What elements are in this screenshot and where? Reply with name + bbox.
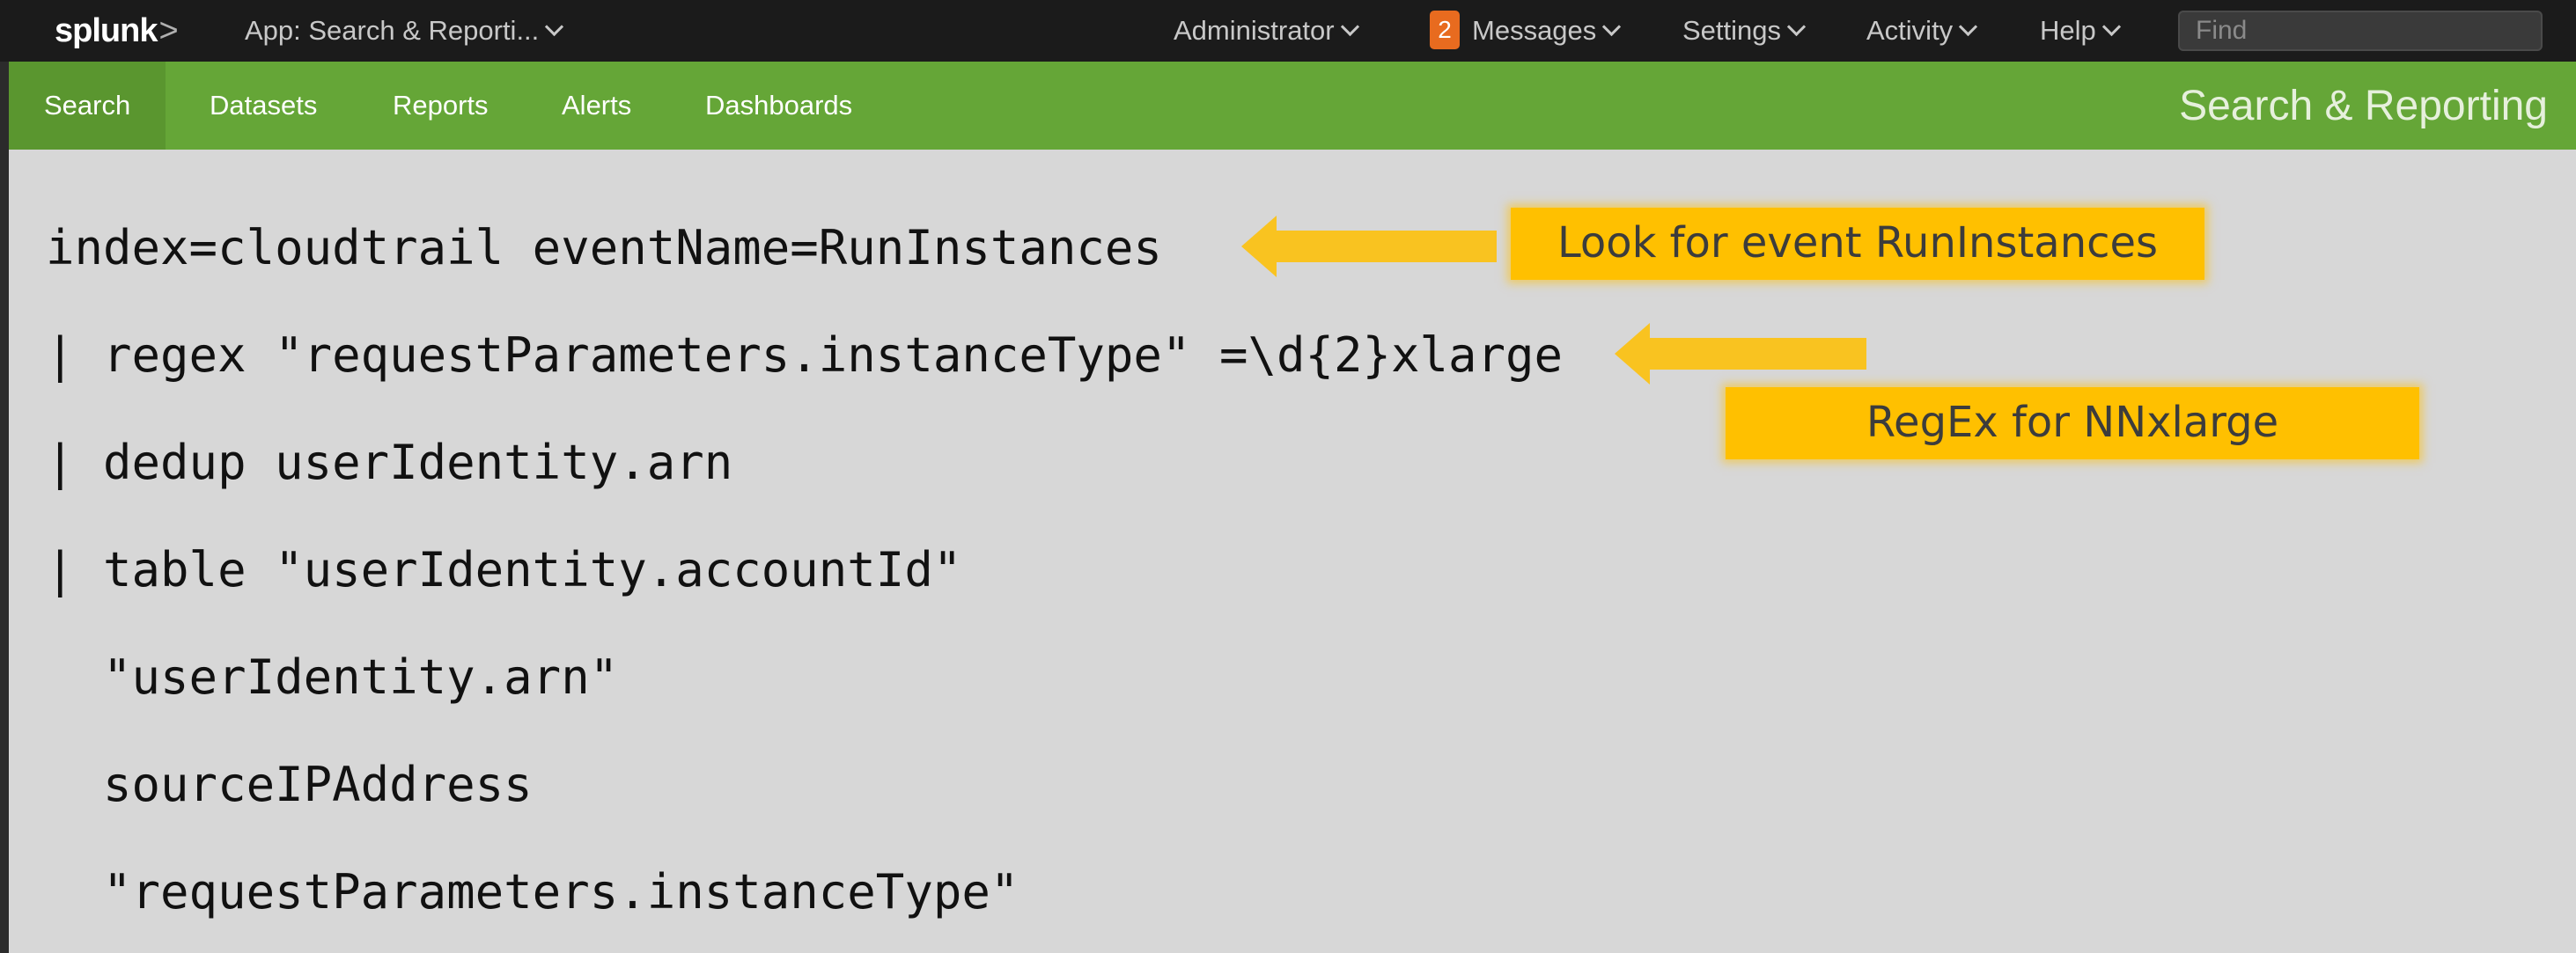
tab-alerts[interactable]: Alerts: [562, 62, 631, 150]
query-line-5[interactable]: "userIdentity.arn": [46, 649, 618, 705]
annotation-callout: Look for event RunInstances: [1511, 208, 2204, 280]
tab-reports[interactable]: Reports: [393, 62, 489, 150]
app-menu[interactable]: App: Search & Reporti...: [245, 0, 564, 62]
left-arrow-icon: [1241, 216, 1497, 277]
tab-datasets[interactable]: Datasets: [210, 62, 317, 150]
query-line-1[interactable]: index=cloudtrail eventName=RunInstances: [46, 220, 1162, 275]
chevron-down-icon: [1786, 17, 1807, 37]
query-line-6[interactable]: sourceIPAddress: [46, 757, 533, 812]
annotation-callout: RegEx for NNxlarge: [1726, 387, 2419, 459]
query-line-3[interactable]: | dedup userIdentity.arn: [46, 435, 732, 490]
chevron-down-icon: [2101, 17, 2121, 37]
messages-count-badge: 2: [1430, 11, 1460, 49]
app-navigation-bar: Search Datasets Reports Alerts Dashboard…: [9, 62, 2576, 150]
query-line-7[interactable]: "requestParameters.instanceType": [46, 864, 1019, 920]
chevron-down-icon: [1602, 17, 1622, 37]
help-menu[interactable]: Help: [2040, 0, 2121, 62]
activity-menu[interactable]: Activity: [1866, 0, 1978, 62]
chevron-down-icon: [1340, 17, 1359, 37]
tab-dashboards[interactable]: Dashboards: [705, 62, 852, 150]
query-line-2[interactable]: | regex "requestParameters.instanceType"…: [46, 327, 1563, 383]
query-line-4[interactable]: | table "userIdentity.accountId": [46, 542, 961, 597]
settings-menu[interactable]: Settings: [1682, 0, 1807, 62]
splunk-logo[interactable]: splunk>: [55, 12, 179, 50]
user-menu[interactable]: Administrator: [1174, 0, 1359, 62]
left-arrow-icon: [1615, 323, 1866, 385]
tab-search[interactable]: Search: [9, 62, 166, 150]
app-title: Search & Reporting: [2179, 83, 2548, 129]
find-input[interactable]: Find: [2178, 11, 2543, 51]
chevron-down-icon: [1959, 17, 1978, 37]
top-navigation-bar: splunk> App: Search & Reporti... Adminis…: [0, 0, 2576, 62]
chevron-down-icon: [545, 17, 564, 37]
messages-menu[interactable]: 2 Messages: [1430, 0, 1622, 62]
